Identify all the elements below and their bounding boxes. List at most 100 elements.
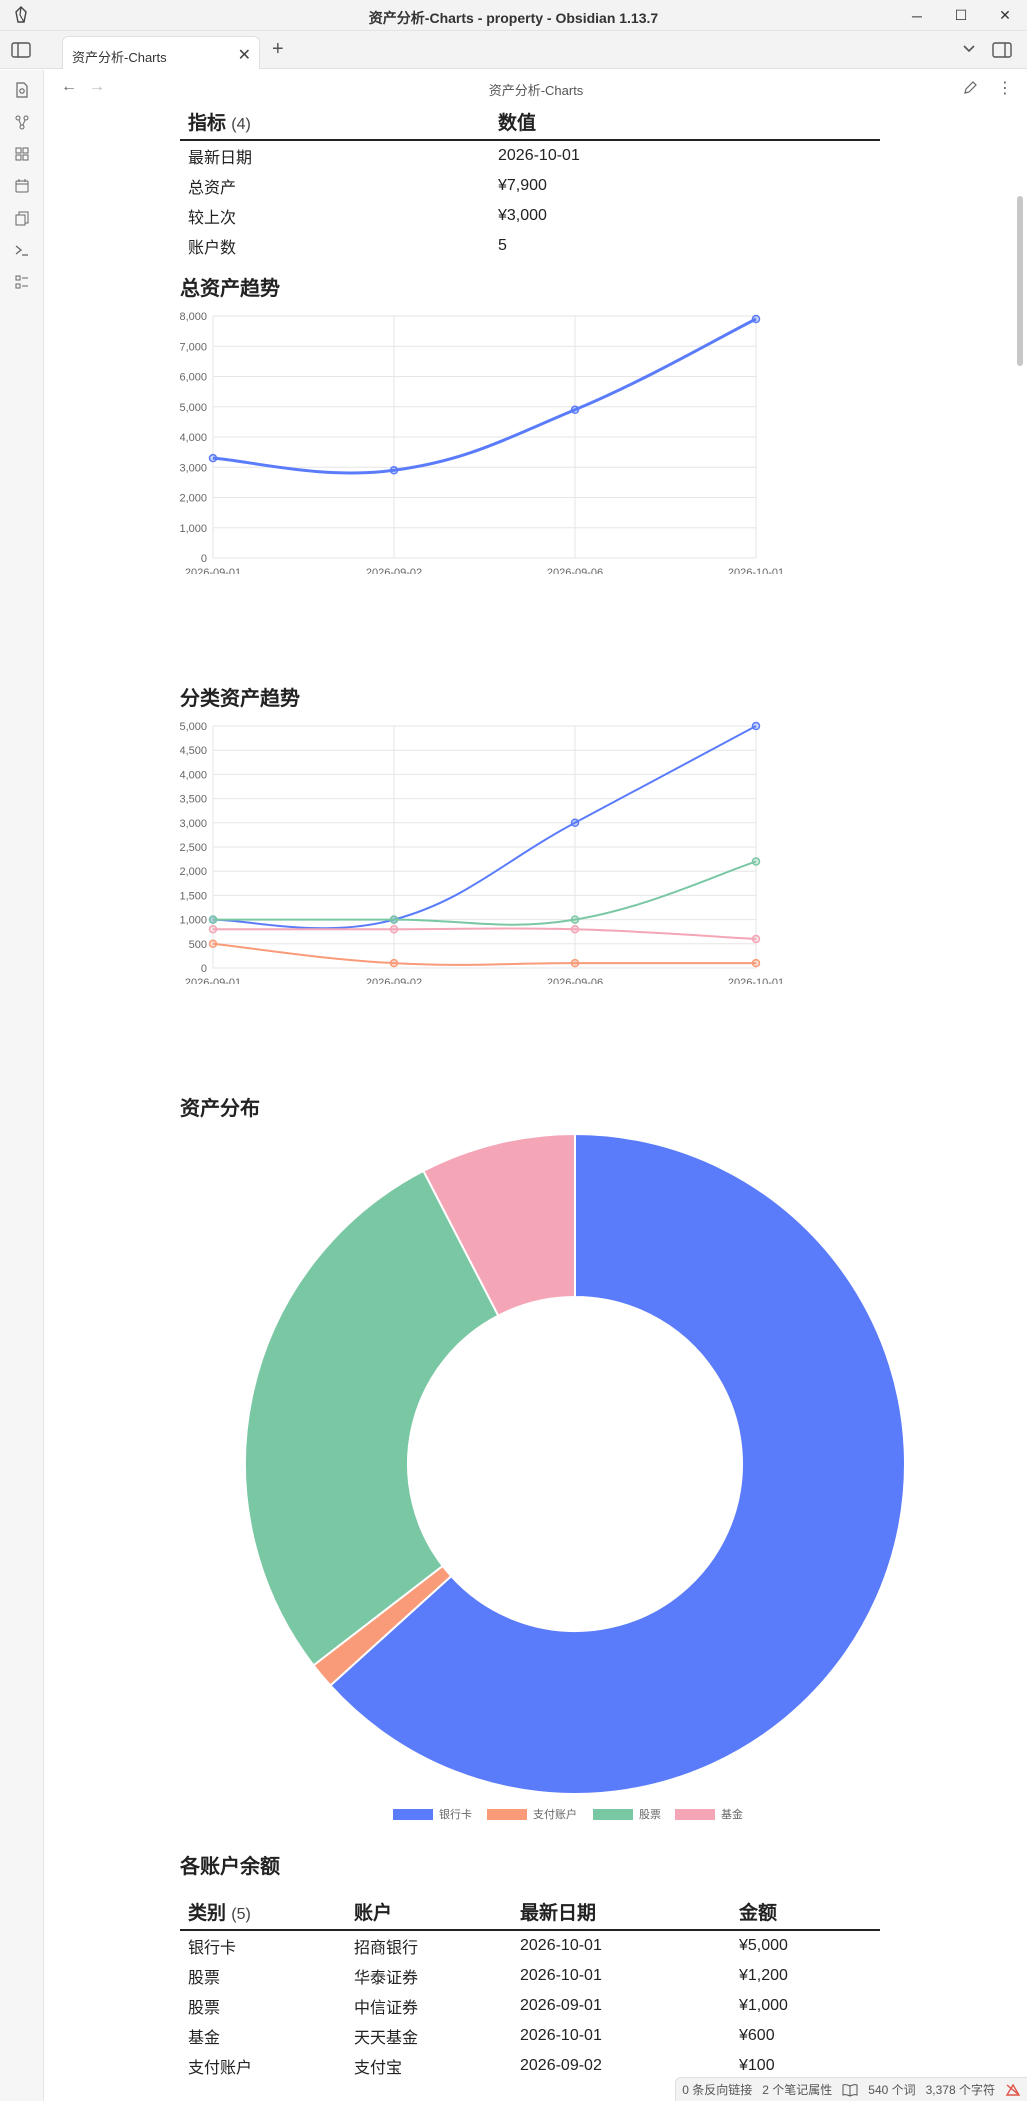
tab-bar: 资产分析-Charts ✕ + <box>0 31 1027 69</box>
calendar-icon <box>15 179 29 193</box>
table-header[interactable]: 金额 <box>731 1896 880 1931</box>
table-cell: 华泰证券 <box>354 1970 419 1987</box>
edit-pencil-icon[interactable] <box>962 80 978 96</box>
data-point[interactable] <box>751 857 761 866</box>
plot-area: 0 500 1,000 1,500 2,000 2,500 3,000 3,500 4,000 4… <box>180 721 784 984</box>
y-tick-label: 3,000 <box>180 818 207 830</box>
properties-count[interactable]: 2 个笔记属性 <box>762 2081 832 2098</box>
legend-swatch[interactable] <box>593 1809 633 1820</box>
table-row: 基金 天天基金 2026-10-01 ¥600 <box>180 2021 880 2051</box>
tab-close-icon[interactable]: ✕ <box>238 45 251 65</box>
y-tick-label: 1,500 <box>180 890 207 902</box>
table-cell: ¥600 <box>739 2027 775 2044</box>
data-point[interactable] <box>208 453 218 463</box>
y-tick-label: 2,500 <box>180 842 207 854</box>
table-header[interactable]: 数值 <box>490 106 880 141</box>
y-tick-label: 7,000 <box>180 341 207 353</box>
data-point[interactable] <box>208 939 218 949</box>
data-point[interactable] <box>751 958 761 968</box>
maximize-icon: ☐ <box>954 7 968 23</box>
backlinks-count[interactable]: 0 条反向链接 <box>682 2081 752 2098</box>
y-tick-label: 6,000 <box>180 372 207 384</box>
data-point[interactable] <box>570 958 580 968</box>
legend-swatch[interactable] <box>487 1809 527 1820</box>
ribbon-search-file-button[interactable] <box>12 80 32 100</box>
x-tick-label: 2026-10-01 <box>728 977 784 984</box>
reading-book-icon[interactable] <box>842 2083 858 2097</box>
data-point[interactable] <box>751 314 761 324</box>
section-heading-total-trend: 总资产趋势 <box>180 278 280 300</box>
table-cell: 股票 <box>188 1970 221 1987</box>
view-title: 资产分析-Charts <box>488 83 584 98</box>
data-point[interactable] <box>570 925 580 934</box>
x-tick-label: 2026-09-02 <box>366 977 422 984</box>
ribbon-list-button[interactable] <box>12 272 32 292</box>
table-cell: 2026-10-01 <box>520 1967 602 1984</box>
legend-swatch[interactable] <box>675 1809 715 1820</box>
x-tick-label: 2026-09-06 <box>547 567 603 574</box>
ribbon-daily-note-button[interactable] <box>12 176 32 196</box>
table-cell: ¥1,200 <box>739 1967 788 1984</box>
y-tick-label: 5,000 <box>180 721 207 733</box>
scrollbar-thumb[interactable] <box>1017 196 1023 366</box>
table-cell: ¥7,900 <box>498 177 547 194</box>
ribbon-canvas-button[interactable] <box>12 144 32 164</box>
series-line <box>213 927 757 940</box>
y-tick-label: 4,500 <box>180 745 207 757</box>
legend-label[interactable]: 股票 <box>639 1808 661 1821</box>
legend-label[interactable]: 银行卡 <box>439 1807 472 1821</box>
x-tick-label: 2026-09-01 <box>185 567 241 574</box>
data-point[interactable] <box>208 925 218 934</box>
data-point[interactable] <box>389 958 399 968</box>
legend-swatch[interactable] <box>393 1809 433 1820</box>
y-tick-label: 3,500 <box>180 794 207 806</box>
new-tab-button[interactable]: + <box>272 38 284 61</box>
title-bar: 资产分析-Charts - property - Obsidian 1.13.7… <box>0 0 1027 31</box>
scrollbar[interactable] <box>1015 106 1027 2101</box>
table-cell: 股票 <box>188 2000 221 2017</box>
table-cell: 银行卡 <box>188 1940 237 1957</box>
balances-table-block: 类别 (5) 账户 最新日期 金额 银行卡 招商银行 2026-10-01 ¥5,00… <box>180 1896 925 2081</box>
ribbon-command-button[interactable] <box>12 240 32 260</box>
chevron-down-icon[interactable] <box>962 42 976 56</box>
legend-label[interactable]: 基金 <box>721 1807 743 1821</box>
char-count: 3,378 个字符 <box>925 2083 995 2097</box>
table-cell: 较上次 <box>188 210 237 227</box>
right-sidebar-toggle-icon[interactable] <box>992 41 1012 59</box>
y-tick-label: 5,000 <box>180 402 207 414</box>
table-header[interactable]: 账户 <box>346 1896 512 1931</box>
total-asset-line-chart: 0 1,000 2,000 3,000 4,000 5,000 6,000 7,000 8,00… <box>180 311 784 574</box>
ribbon-templates-button[interactable] <box>12 208 32 228</box>
maximize-button[interactable]: ☐ <box>939 0 983 31</box>
close-window-button[interactable]: ✕ <box>983 0 1027 31</box>
close-icon: ✕ <box>999 7 1011 23</box>
data-point[interactable] <box>570 818 580 828</box>
data-point[interactable] <box>751 934 761 944</box>
sync-error-icon[interactable] <box>1005 2083 1021 2097</box>
tab-active[interactable]: 资产分析-Charts ✕ <box>62 36 260 69</box>
table-cell: 2026-10-01 <box>520 1937 602 1954</box>
data-point[interactable] <box>570 405 580 415</box>
minimize-button[interactable]: ─ <box>895 0 939 31</box>
table-header[interactable]: 指标 (4) <box>180 106 490 141</box>
minimize-icon: ─ <box>912 7 922 24</box>
more-options-icon[interactable]: ⋮ <box>997 78 1013 98</box>
legend-label[interactable]: 支付账户 <box>533 1807 577 1821</box>
data-point[interactable] <box>570 915 580 924</box>
table-cell: 招商银行 <box>354 1940 419 1957</box>
data-point[interactable] <box>389 915 399 924</box>
left-sidebar-toggle-icon[interactable] <box>10 40 32 60</box>
ribbon-graph-button[interactable] <box>12 112 32 132</box>
data-point[interactable] <box>208 915 218 924</box>
files-icon <box>15 211 29 226</box>
section-heading-category-trend: 分类资产趋势 <box>180 688 300 710</box>
y-tick-label: 4,000 <box>180 432 207 444</box>
table-cell: 账户数 <box>188 240 237 257</box>
data-point[interactable] <box>389 925 399 934</box>
data-point[interactable] <box>389 466 399 475</box>
plot-area: 0 1,000 2,000 3,000 4,000 5,000 6,000 7,000 8,00… <box>180 311 784 574</box>
data-point[interactable] <box>751 721 761 731</box>
table-header[interactable]: 最新日期 <box>512 1896 731 1931</box>
y-tick-label: 1,000 <box>180 523 207 535</box>
table-header[interactable]: 类别 (5) <box>180 1896 346 1931</box>
